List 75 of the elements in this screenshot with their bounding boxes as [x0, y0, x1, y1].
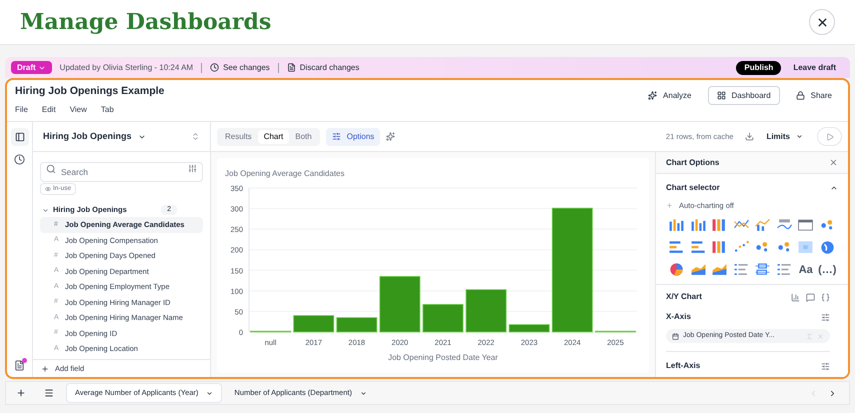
document-icon: [286, 63, 296, 72]
chart-type-option[interactable]: (…): [817, 262, 838, 278]
chart-type-icon[interactable]: [668, 261, 686, 278]
history-icon[interactable]: [14, 154, 25, 165]
close-icon[interactable]: [829, 158, 838, 167]
draft-badge[interactable]: Draft: [11, 61, 52, 74]
menu-item[interactable]: View: [70, 104, 87, 116]
bar: [422, 304, 464, 332]
updated-text: Updated by Olivia Sterling - 10:24 AM: [60, 62, 194, 74]
sliders-icon: [332, 132, 341, 141]
search-icon: [46, 164, 56, 174]
caret-icon: [796, 133, 803, 140]
see-changes-button[interactable]: See changes: [210, 62, 270, 74]
section-title: Chart selector: [666, 182, 720, 194]
sliders-icon[interactable]: [821, 312, 830, 322]
sparkle-icon[interactable]: [386, 132, 396, 141]
clock-icon: [210, 63, 220, 72]
plus-icon: [666, 202, 673, 210]
bar: [336, 317, 378, 332]
chart-type-icon[interactable]: [818, 239, 836, 256]
x-axis-title: Job Opening Posted Date Year: [388, 353, 498, 362]
bar-chart-icon[interactable]: [791, 292, 800, 302]
bar: [466, 289, 507, 332]
grid-icon: [716, 91, 726, 100]
options-button[interactable]: Options: [326, 128, 380, 146]
source-dropdown[interactable]: Hiring Job Openings: [43, 130, 146, 144]
caret-icon: [206, 390, 214, 396]
menu-item[interactable]: Edit: [42, 104, 56, 116]
sort-icon[interactable]: [191, 132, 200, 141]
menu-item[interactable]: File: [15, 104, 28, 116]
download-icon[interactable]: [745, 132, 754, 141]
publish-button[interactable]: Publish: [736, 60, 782, 74]
view-tab[interactable]: Both: [289, 130, 318, 144]
toolbar-button[interactable]: Share: [788, 86, 840, 105]
sidebar-icon: [14, 132, 24, 142]
lock-icon: [796, 91, 805, 100]
eye-icon: [45, 186, 51, 192]
bar: [379, 276, 420, 332]
sliders-icon[interactable]: [821, 362, 830, 371]
chart-type-option[interactable]: Aa: [796, 262, 816, 278]
menu-item[interactable]: Tab: [100, 104, 114, 116]
add-tab-icon[interactable]: [16, 388, 26, 398]
document-icon[interactable]: [14, 360, 25, 371]
toolbar-button[interactable]: Dashboard: [708, 86, 780, 105]
next-icon[interactable]: [828, 388, 837, 398]
view-tab[interactable]: Chart: [258, 130, 290, 144]
limits-dropdown[interactable]: Limits: [766, 130, 803, 142]
workbook-title: Hiring Job Openings Example: [15, 84, 164, 99]
chevron-up-icon[interactable]: [830, 184, 838, 192]
caret-icon: [360, 390, 367, 396]
bar: [293, 315, 334, 332]
leave-draft-button[interactable]: Leave draft: [789, 62, 840, 74]
comment-icon[interactable]: [806, 292, 815, 302]
close-button[interactable]: [809, 9, 835, 35]
search-field[interactable]: Search: [40, 162, 203, 182]
view-tab[interactable]: Results: [219, 130, 258, 144]
page-title: Manage Dashboards: [20, 8, 272, 36]
panel-toggle-button[interactable]: [10, 128, 28, 146]
calendar-icon: [672, 332, 679, 340]
chart-title: Job Opening Average Candidates: [225, 169, 344, 178]
menu-icon[interactable]: [44, 388, 54, 398]
bar: [508, 324, 550, 332]
close-icon: [816, 16, 828, 28]
plus-icon: [41, 364, 49, 372]
discard-changes-button[interactable]: Discard changes: [286, 62, 360, 74]
braces-icon[interactable]: [821, 292, 830, 302]
chevron-down-icon[interactable]: [42, 206, 49, 214]
section-title: Left-Axis: [666, 360, 700, 372]
filter-icon[interactable]: [188, 164, 197, 173]
play-icon: [826, 132, 834, 140]
toolbar-button[interactable]: Analyze: [640, 86, 700, 105]
sparkle-icon: [648, 91, 658, 100]
section-title: X-Axis: [666, 311, 691, 324]
panel-title: Chart Options: [666, 156, 720, 168]
section-title: X/Y Chart: [666, 291, 702, 304]
